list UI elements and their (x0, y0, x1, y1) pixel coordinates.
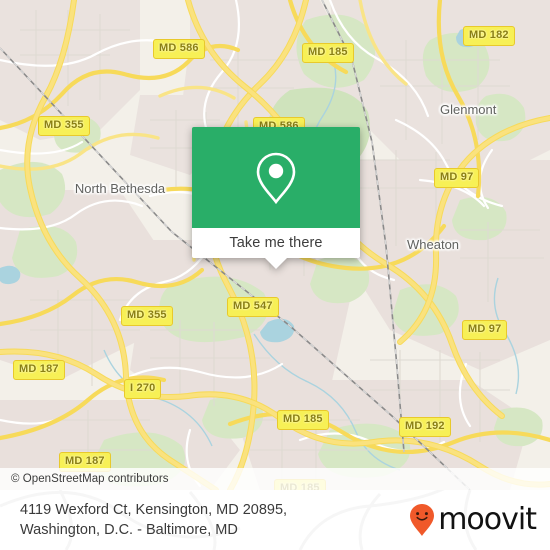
road-shield: MD 355 (38, 116, 90, 136)
map-pin-icon (256, 152, 296, 204)
take-me-there-label: Take me there (229, 235, 323, 251)
address-text: 4119 Wexford Ct, Kensington, MD 20895, W… (20, 502, 288, 538)
road-shield: MD 97 (462, 320, 508, 340)
place-label-wheaton: Wheaton (407, 237, 460, 252)
popup-icon-area (192, 127, 360, 228)
map-attribution-bar: © OpenStreetMap contributors (0, 468, 550, 490)
road-shield: MD 182 (463, 26, 515, 46)
place-label-north-bethesda: North Bethesda (74, 181, 166, 196)
take-me-there-button[interactable]: Take me there (192, 228, 360, 258)
road-shield: MD 192 (399, 417, 451, 437)
road-shield: MD 187 (13, 360, 65, 380)
road-shield: MD 97 (434, 168, 480, 188)
screenshot-root: .base{fill:#f3f0e9} .resid{fill:#eae2de}… (0, 0, 550, 550)
osm-attribution-text: © OpenStreetMap contributors (11, 473, 169, 485)
road-shield: MD 185 (302, 43, 354, 63)
road-shield: I 270 (124, 379, 162, 399)
moovit-wordmark: moovit (438, 502, 537, 537)
moovit-pin-icon (410, 504, 435, 536)
location-popup-card[interactable]: Take me there (192, 127, 360, 269)
footer-bar: 4119 Wexford Ct, Kensington, MD 20895, W… (0, 490, 550, 550)
road-shield: MD 547 (227, 297, 279, 317)
popup-tail (265, 258, 287, 269)
moovit-logo: moovit (409, 502, 537, 537)
road-shield: MD 586 (153, 39, 205, 59)
map-viewport[interactable]: .base{fill:#f3f0e9} .resid{fill:#eae2de}… (0, 0, 550, 490)
road-shield: MD 185 (277, 410, 329, 430)
road-shield: MD 355 (121, 306, 173, 326)
place-label-glenmont: Glenmont (440, 102, 497, 117)
